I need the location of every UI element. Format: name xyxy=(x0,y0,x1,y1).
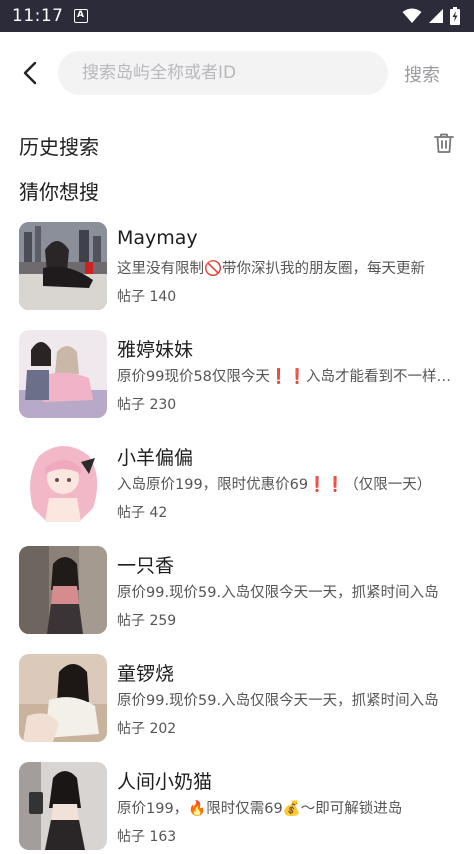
trash-icon xyxy=(434,133,454,153)
island-item[interactable]: 小羊偏偏 入岛原价199，限时优惠价69❗❗（仅限一天） 帖子 42 xyxy=(0,430,474,530)
island-avatar xyxy=(19,546,107,634)
island-item[interactable]: 雅婷妹妹 原价99现价58仅限今天❗❗入岛才能看到不一样的我 帖子 230 xyxy=(0,322,474,422)
wifi-icon xyxy=(402,8,422,23)
island-post-count: 帖子 163 xyxy=(117,829,177,845)
island-name: 雅婷妹妹 xyxy=(117,339,194,361)
island-description: 原价99.现价59.入岛仅限今天一天，抓紧时间入岛 xyxy=(117,585,439,601)
island-post-count: 帖子 42 xyxy=(117,505,168,521)
status-left: 11:17 A xyxy=(12,6,88,26)
island-avatar xyxy=(19,330,107,418)
island-avatar xyxy=(19,438,107,526)
island-avatar xyxy=(19,654,107,742)
search-header: 搜索 xyxy=(0,32,474,114)
island-post-count: 帖子 202 xyxy=(117,721,177,737)
island-avatar xyxy=(19,222,107,310)
history-title: 历史搜索 xyxy=(19,135,99,159)
status-icons xyxy=(402,7,460,25)
search-input[interactable] xyxy=(58,51,388,95)
island-description: 原价99.现价59.入岛仅限今天一天，抓紧时间入岛 xyxy=(117,693,439,709)
notification-icon: A xyxy=(73,9,88,23)
island-post-count: 帖子 230 xyxy=(117,397,177,413)
island-avatar xyxy=(19,762,107,850)
island-description: 这里没有限制🚫带你深扒我的朋友圈，每天更新 xyxy=(117,261,426,277)
status-bar: 11:17 A xyxy=(0,0,474,32)
island-item[interactable]: 童锣烧 原价99.现价59.入岛仅限今天一天，抓紧时间入岛 帖子 202 xyxy=(0,646,474,746)
clear-history-button[interactable] xyxy=(432,131,456,155)
battery-icon xyxy=(450,7,460,25)
island-post-count: 帖子 259 xyxy=(117,613,177,629)
suggestions-title: 猜你想搜 xyxy=(19,180,99,204)
island-item[interactable]: Maymay 这里没有限制🚫带你深扒我的朋友圈，每天更新 帖子 140 xyxy=(0,214,474,314)
island-description: 原价199，🔥限时仅需69💰～即可解锁进岛 xyxy=(117,801,403,817)
back-button[interactable] xyxy=(16,59,44,87)
island-post-count: 帖子 140 xyxy=(117,289,177,305)
signal-icon xyxy=(429,9,443,23)
island-description: 入岛原价199，限时优惠价69❗❗（仅限一天） xyxy=(117,477,432,493)
island-item[interactable]: 一只香 原价99.现价59.入岛仅限今天一天，抓紧时间入岛 帖子 259 xyxy=(0,538,474,638)
island-name: 小羊偏偏 xyxy=(117,447,194,469)
island-name: Maymay xyxy=(117,227,198,249)
status-time: 11:17 xyxy=(12,6,64,26)
island-name: 人间小奶猫 xyxy=(117,771,213,793)
search-button[interactable]: 搜索 xyxy=(404,61,440,87)
island-description: 原价99现价58仅限今天❗❗入岛才能看到不一样的我 xyxy=(117,369,457,385)
island-item[interactable]: 人间小奶猫 原价199，🔥限时仅需69💰～即可解锁进岛 帖子 163 xyxy=(0,754,474,854)
island-name: 童锣烧 xyxy=(117,663,175,685)
island-name: 一只香 xyxy=(117,555,175,577)
chevron-left-icon xyxy=(23,61,37,85)
